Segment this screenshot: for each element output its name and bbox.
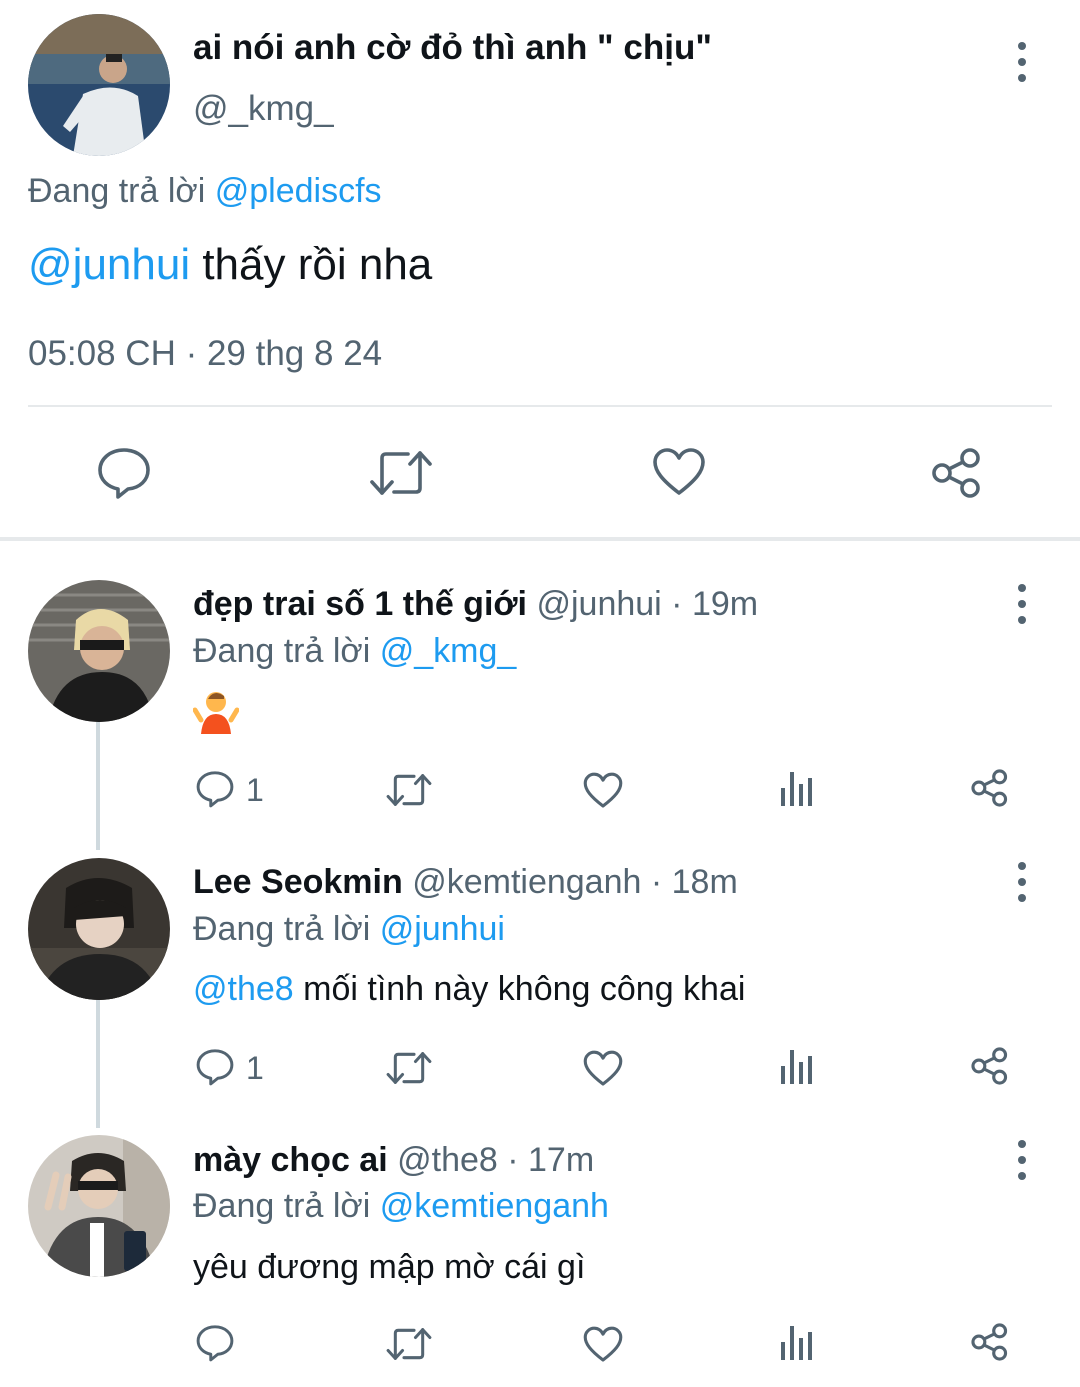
- reply-text: @the8 mối tình này không công khai: [193, 967, 745, 1011]
- like-icon[interactable]: [583, 772, 623, 809]
- share-icon[interactable]: [970, 1322, 1010, 1362]
- like-icon[interactable]: [652, 447, 706, 497]
- more-options-icon[interactable]: [1012, 584, 1032, 624]
- reply-body: mối tình này không công khai: [293, 970, 746, 1008]
- share-icon[interactable]: [970, 1046, 1010, 1086]
- replying-to-line: Đang trả lời @_kmg_: [193, 630, 516, 672]
- replying-to-mention[interactable]: @pledisc​fs: [215, 172, 382, 210]
- views-icon[interactable]: [779, 1048, 815, 1086]
- main-handle[interactable]: @_kmg_: [193, 87, 334, 131]
- reply-avatar[interactable]: [28, 858, 170, 1000]
- reply-display-name[interactable]: đẹp trai số 1 thế giới: [193, 585, 527, 623]
- thread-line: [96, 722, 100, 850]
- reply-count: 1: [246, 772, 264, 808]
- reply-count: 1: [246, 1050, 264, 1086]
- replying-prefix: Đang trả lời: [193, 632, 371, 670]
- tweet-body: thấy rồi nha: [190, 240, 433, 289]
- reply-icon[interactable]: [195, 1324, 235, 1362]
- reply-display-name[interactable]: mày chọc ai: [193, 1141, 388, 1179]
- tweet-text: @junhui thấy rồi nha: [28, 238, 432, 292]
- share-icon[interactable]: [970, 768, 1010, 808]
- thread-line: [96, 1000, 100, 1128]
- views-icon[interactable]: [779, 770, 815, 808]
- reply-display-name[interactable]: Lee Seokmin: [193, 863, 403, 901]
- replying-to-line: Đang trả lời @pledisc​fs: [28, 170, 382, 212]
- replying-to-mention[interactable]: @junhui: [380, 910, 505, 948]
- replying-prefix: Đang trả lời: [28, 172, 206, 210]
- more-options-icon[interactable]: [1012, 862, 1032, 902]
- reply-handle-time[interactable]: @the8 · 17m: [397, 1141, 594, 1179]
- more-options-icon[interactable]: [1012, 1140, 1032, 1180]
- main-display-name[interactable]: ai nói anh cờ đỏ thì anh " chịu": [193, 26, 712, 70]
- reply-mention[interactable]: @the8: [193, 970, 294, 1008]
- replying-to-mention[interactable]: @kemtienganh: [380, 1187, 609, 1225]
- reply-handle-time[interactable]: @kemtienganh · 18m: [412, 863, 738, 901]
- views-icon[interactable]: [779, 1324, 815, 1362]
- reply-text: yêu đương mập mờ cái gì: [193, 1248, 586, 1286]
- reply-header: Lee Seokmin @kemtienganh · 18m: [193, 860, 738, 904]
- reply-icon[interactable]: [96, 446, 152, 500]
- replying-to-mention[interactable]: @_kmg_: [380, 632, 517, 670]
- tweet-mention[interactable]: @junhui: [28, 240, 190, 289]
- divider: [28, 405, 1052, 407]
- replying-to-line: Đang trả lời @kemtienganh: [193, 1185, 609, 1227]
- retweet-icon[interactable]: [386, 1326, 432, 1362]
- reply-handle-time[interactable]: @junhui · 19m: [536, 585, 758, 623]
- more-options-icon[interactable]: [1012, 42, 1032, 82]
- replying-prefix: Đang trả lời: [193, 910, 371, 948]
- reply-header: đẹp trai số 1 thế giới @junhui · 19m: [193, 582, 758, 626]
- like-icon[interactable]: [583, 1326, 623, 1363]
- like-icon[interactable]: [583, 1050, 623, 1087]
- reply-avatar[interactable]: [28, 1135, 170, 1277]
- retweet-icon[interactable]: [386, 772, 432, 808]
- share-icon[interactable]: [930, 446, 984, 500]
- retweet-icon[interactable]: [386, 1050, 432, 1086]
- reply-avatar[interactable]: [28, 580, 170, 722]
- reply-icon[interactable]: [195, 1048, 235, 1086]
- replying-prefix: Đang trả lời: [193, 1187, 371, 1225]
- reply-icon[interactable]: [195, 770, 235, 808]
- replying-to-line: Đang trả lời @junhui: [193, 908, 505, 950]
- tweet-timestamp[interactable]: 05:08 CH · 29 thg 8 24: [28, 332, 382, 376]
- retweet-icon[interactable]: [370, 448, 432, 498]
- main-avatar[interactable]: [28, 14, 170, 156]
- section-divider: [0, 537, 1080, 541]
- reply-header: mày chọc ai @the8 · 17m: [193, 1138, 594, 1182]
- shrug-emoji-icon: [192, 692, 240, 734]
- reply-emoji-text: [192, 690, 240, 739]
